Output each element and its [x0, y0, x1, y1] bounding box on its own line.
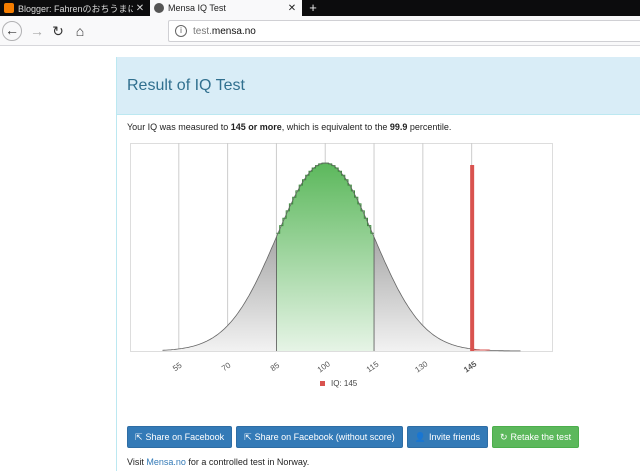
result-text: Your IQ was measured to 145 or more, whi…	[127, 122, 451, 132]
refresh-icon: ↻	[499, 431, 508, 442]
blogger-icon	[4, 3, 14, 13]
page-title: Result of IQ Test	[127, 76, 245, 94]
visit-suffix: for a controlled test in Norway.	[185, 457, 310, 467]
retake-test-button[interactable]: ↻ Retake the test	[491, 426, 580, 448]
share-facebook-button[interactable]: ⇱ Share on Facebook	[127, 426, 233, 448]
url-domain: mensa.no	[211, 25, 256, 37]
x-tick-label: 100	[316, 359, 333, 374]
reload-button[interactable]: ↻	[48, 21, 68, 41]
x-tick-label: 130	[413, 359, 430, 374]
tab-mensa[interactable]: Mensa IQ Test ✕	[150, 0, 302, 16]
x-tick-label: 145	[462, 359, 479, 374]
home-button[interactable]: ⌂	[70, 21, 90, 41]
share-facebook-anon-label: Share on Facebook (without score)	[254, 432, 395, 442]
url-host: test.	[193, 25, 212, 37]
invite-friends-label: Invite friends	[428, 432, 480, 442]
share-facebook-anon-button[interactable]: ⇱ Share on Facebook (without score)	[236, 426, 403, 448]
share-icon: ⇱	[244, 431, 252, 442]
x-tick-label: 70	[220, 360, 233, 373]
panel-header: Result of IQ Test	[117, 57, 640, 115]
close-icon[interactable]: ✕	[285, 3, 299, 14]
visit-text: Visit Mensa.no for a controlled test in …	[127, 457, 309, 467]
x-tick-label: 85	[269, 360, 282, 373]
x-tick-label: 55	[171, 360, 184, 373]
result-suffix: percentile.	[407, 122, 452, 132]
nav-bar: ← → ↻ ⌂ i test. mensa.no	[0, 16, 640, 46]
user-iq-marker	[470, 165, 475, 351]
back-button[interactable]: ←	[2, 21, 22, 41]
tab-title: Mensa IQ Test	[168, 3, 226, 13]
forward-button[interactable]: →	[27, 21, 47, 41]
share-icon: ⇱	[135, 431, 143, 442]
info-icon[interactable]: i	[175, 25, 187, 37]
tab-bar: Blogger: Fahrenのおちうまに - B ✕ Mensa IQ Tes…	[0, 0, 640, 16]
share-facebook-label: Share on Facebook	[145, 432, 225, 442]
legend-swatch	[320, 381, 325, 386]
address-bar[interactable]: i test. mensa.no	[168, 20, 640, 42]
result-prefix: Your IQ was measured to	[127, 122, 231, 132]
result-percentile: 99.9	[389, 122, 408, 132]
tab-title: Blogger: Fahrenのおちうまに - B	[18, 3, 133, 14]
iq-distribution-chart: 55 70 85 100 115 130 145 IQ: 145	[130, 143, 553, 388]
visit-prefix: Visit	[127, 457, 147, 467]
result-mid: , which is equivalent to the	[281, 122, 390, 132]
mensa-icon	[154, 3, 164, 13]
page-content: Result of IQ Test Your IQ was measured t…	[0, 47, 640, 471]
legend-label: IQ: 145	[331, 379, 358, 388]
new-tab-button[interactable]: +	[305, 0, 321, 16]
mensa-link[interactable]: Mensa.no	[146, 457, 186, 467]
user-icon: 👤	[414, 431, 426, 442]
action-buttons: ⇱ Share on Facebook ⇱ Share on Facebook …	[127, 426, 580, 448]
retake-label: Retake the test	[510, 432, 572, 442]
close-icon[interactable]: ✕	[133, 3, 147, 14]
tab-blogger[interactable]: Blogger: Fahrenのおちうまに - B ✕	[0, 0, 150, 16]
invite-friends-button[interactable]: 👤 Invite friends	[406, 426, 488, 448]
result-score: 145 or more	[230, 122, 282, 132]
result-panel: Result of IQ Test Your IQ was measured t…	[116, 57, 640, 471]
x-tick-label: 115	[365, 359, 381, 374]
